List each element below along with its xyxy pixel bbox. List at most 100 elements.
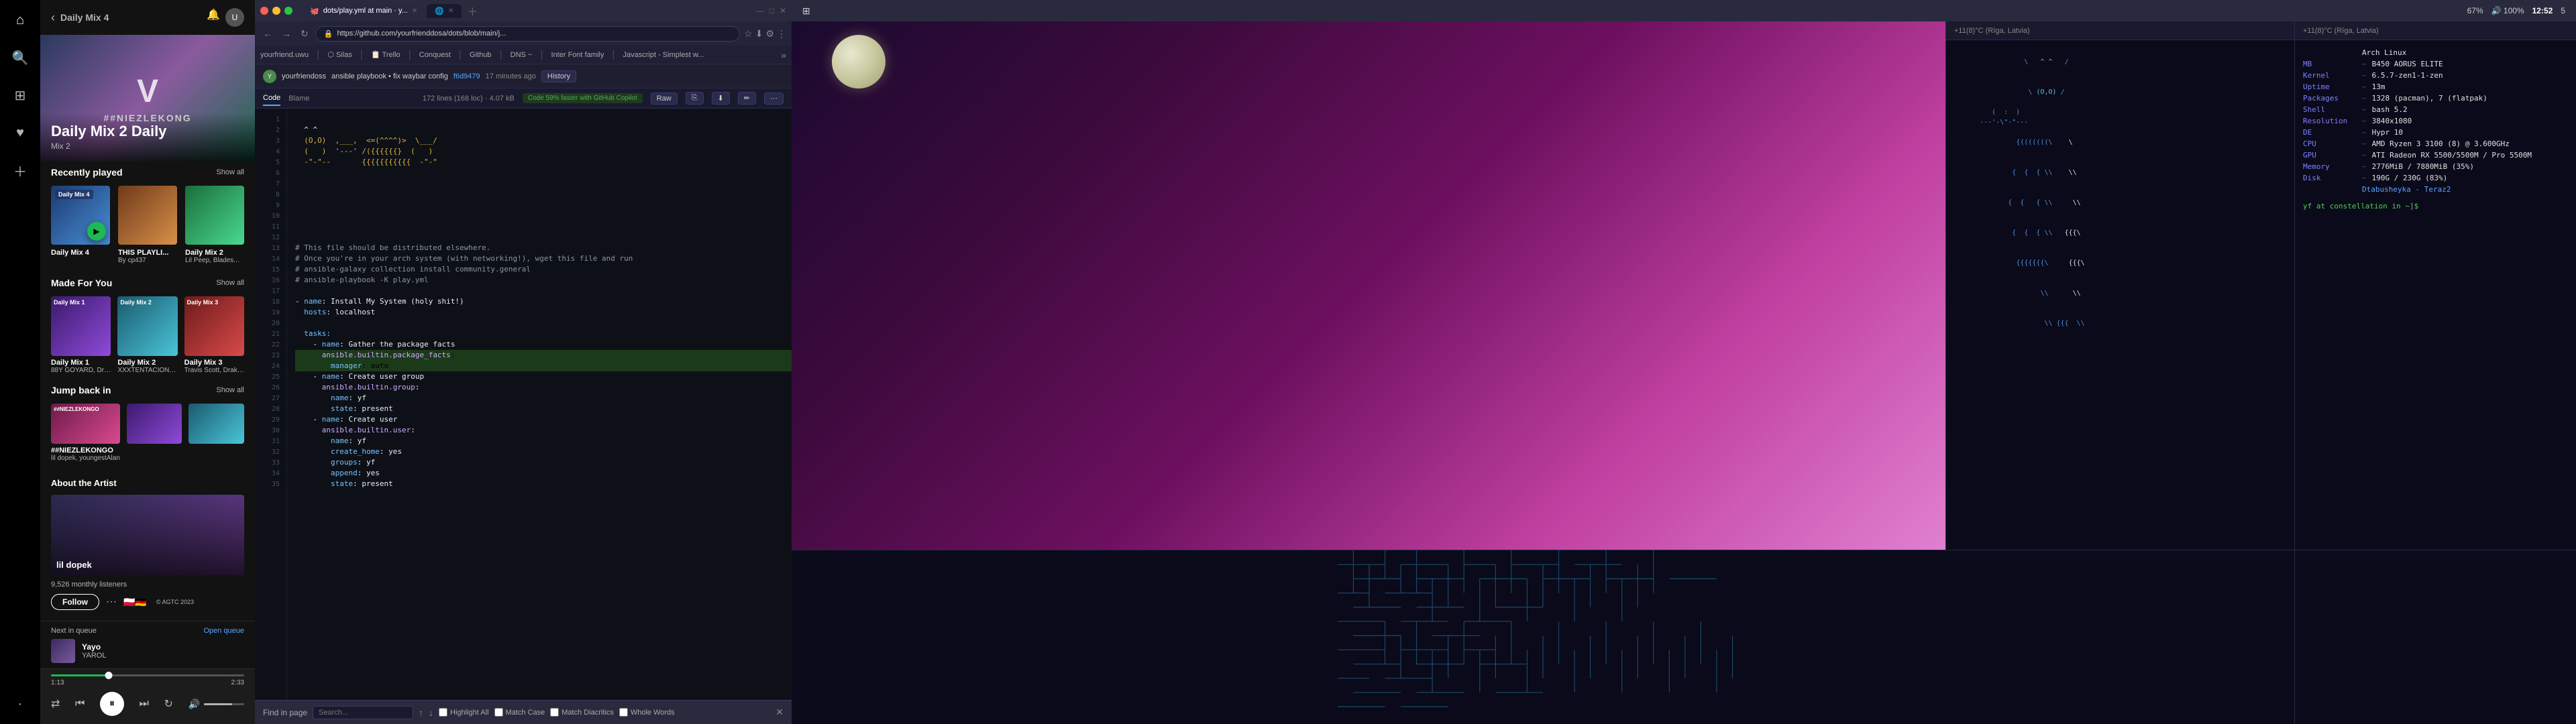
bookmark-item[interactable]: 📋 Trello bbox=[371, 50, 400, 59]
options-button[interactable]: ··· bbox=[764, 93, 784, 105]
highlight-all-checkbox[interactable]: Highlight All bbox=[439, 708, 488, 717]
user-avatar[interactable]: U bbox=[225, 8, 244, 27]
list-item[interactable]: ##NIEZLEKONGO ##NIEZLEKONGO lil dopek, y… bbox=[51, 404, 120, 462]
terminal-content[interactable]: \ ^ ^ / \ (O,O) / ( : ) ---'-\"-"--- {((… bbox=[1946, 40, 2294, 550]
next-song[interactable]: Yayo YAROL bbox=[51, 639, 244, 663]
bookmark-separator: | bbox=[499, 49, 502, 61]
extensions-button[interactable]: ⚙ bbox=[765, 28, 774, 40]
volume-bar[interactable] bbox=[204, 703, 244, 705]
list-item[interactable]: THIS PLAYLI... By cp437 bbox=[118, 186, 177, 264]
made-for-you-show-all[interactable]: Show all bbox=[216, 279, 244, 287]
battery-indicator: 67% bbox=[2467, 6, 2483, 15]
wallpaper bbox=[792, 21, 1945, 550]
sysinfo-bottom bbox=[2294, 550, 2576, 724]
window-minimize-icon[interactable]: — bbox=[756, 6, 764, 15]
sys-key: Disk bbox=[2303, 174, 2357, 182]
download-button[interactable]: ⬇ bbox=[755, 28, 763, 40]
list-item[interactable]: Daily Mix 3 Daily Mix 3 Travis Scott, Dr… bbox=[184, 296, 244, 374]
download-file-button[interactable]: ⬇ bbox=[712, 92, 730, 105]
liked-songs-icon[interactable]: ♥ bbox=[11, 123, 30, 142]
back-button[interactable]: ‹ bbox=[51, 11, 55, 25]
list-item[interactable]: Daily Mix 4 ▶ Daily Mix 4 bbox=[51, 186, 110, 264]
list-item[interactable]: Daily Mix 2 Lil Peep, Blades... bbox=[185, 186, 244, 264]
more-bookmarks-button[interactable]: » bbox=[781, 50, 786, 60]
window-restore-icon[interactable]: □ bbox=[769, 6, 774, 15]
code-editor-area: 1 2 3 4 5 6 7 8 9 10 11 12 13 14 15 16 1… bbox=[255, 109, 792, 700]
bookmark-item[interactable]: DNS ~ bbox=[511, 51, 533, 59]
home-icon[interactable]: ⌂ bbox=[11, 11, 30, 29]
notification-icon[interactable]: 🔔 bbox=[207, 8, 220, 27]
card-title: Daily Mix 1 bbox=[51, 359, 111, 367]
jump-back-in-show-all[interactable]: Show all bbox=[216, 386, 244, 394]
match-case-checkbox[interactable]: Match Case bbox=[494, 708, 545, 717]
artist-options-button[interactable]: ··· bbox=[106, 596, 117, 608]
progress-bar[interactable] bbox=[51, 674, 244, 676]
add-icon[interactable]: ＋ bbox=[11, 161, 30, 180]
line-number: 14 bbox=[255, 253, 286, 264]
whole-words-checkbox[interactable]: Whole Words bbox=[619, 708, 675, 717]
find-input[interactable] bbox=[313, 706, 413, 719]
list-item[interactable] bbox=[189, 404, 244, 462]
bookmark-item[interactable]: Inter Font family bbox=[551, 51, 604, 59]
sys-val: 2776MiB / 7880MiB (35%) bbox=[2372, 162, 2474, 171]
tab-blame[interactable]: Blame bbox=[288, 92, 309, 105]
window-close-icon[interactable]: ✕ bbox=[780, 6, 786, 15]
bookmark-item[interactable]: Conquest bbox=[419, 51, 451, 59]
url-bar[interactable]: 🔒 https://github.com/yourfrienddosa/dots… bbox=[315, 26, 740, 42]
recently-played-show-all[interactable]: Show all bbox=[216, 168, 244, 176]
raw-button[interactable]: Raw bbox=[651, 93, 678, 105]
repeat-button[interactable]: ↻ bbox=[164, 697, 173, 711]
window-close-button[interactable] bbox=[260, 7, 268, 15]
tab-code[interactable]: Code bbox=[263, 91, 280, 106]
new-tab-button[interactable]: ＋ bbox=[463, 3, 482, 19]
card-image bbox=[185, 186, 244, 245]
tab-close-button[interactable]: ✕ bbox=[412, 7, 417, 15]
next-button[interactable]: ⏭ bbox=[140, 698, 149, 710]
reload-button[interactable]: ↻ bbox=[298, 27, 311, 41]
find-next-button[interactable]: ↓ bbox=[429, 707, 433, 718]
list-item[interactable]: Daily Mix 1 Daily Mix 1 88Y GOYARD, Drak… bbox=[51, 296, 111, 374]
code-tabs: Code Blame 172 lines (168 loc) · 4.07 kB… bbox=[255, 88, 792, 109]
sys-row: Packages ~ 1328 (pacman), 7 (flatpak) bbox=[2303, 94, 2568, 103]
match-diacritics-checkbox[interactable]: Match Diacritics bbox=[550, 708, 614, 717]
bookmark-item[interactable]: Github bbox=[470, 51, 491, 59]
menu-button[interactable]: ⋮ bbox=[777, 28, 786, 40]
playback-controls: ⇄ ⏮ ⏸ ⏭ ↻ 🔊 bbox=[51, 692, 244, 716]
bookmark-button[interactable]: ☆ bbox=[744, 28, 753, 40]
window-minimize-button[interactable] bbox=[272, 7, 280, 15]
sys-details: Arch Linux MB ~ B450 AORUS ELITE Kernel … bbox=[2303, 48, 2568, 542]
window-maximize-button[interactable] bbox=[284, 7, 292, 15]
edit-button[interactable]: ✏ bbox=[738, 92, 756, 105]
find-close-button[interactable]: ✕ bbox=[775, 707, 784, 718]
code-line bbox=[295, 189, 792, 200]
play-pause-button[interactable]: ⏸ bbox=[100, 692, 124, 716]
tab-close-button[interactable]: ✕ bbox=[448, 7, 453, 15]
browser-tab[interactable]: 🌐 ✕ bbox=[427, 4, 462, 18]
find-prev-button[interactable]: ↑ bbox=[419, 707, 423, 718]
search-icon[interactable]: 🔍 bbox=[11, 48, 30, 67]
list-item[interactable]: Daily Mix 2 Daily Mix 2 XXXTENTACION, Li… bbox=[117, 296, 177, 374]
library-icon[interactable]: ⊞ bbox=[11, 86, 30, 105]
card-image bbox=[189, 404, 244, 444]
forward-nav-button[interactable]: → bbox=[279, 27, 294, 40]
copy-button[interactable]: ⎘ bbox=[686, 92, 704, 105]
artist-image: lil dopek bbox=[51, 495, 244, 575]
code-line: (O,O) ,___, <=(^^^^)> \___/ bbox=[295, 135, 792, 146]
queue-link[interactable]: Open queue bbox=[203, 627, 244, 635]
list-item[interactable] bbox=[127, 404, 182, 462]
follow-button[interactable]: Follow bbox=[51, 594, 99, 610]
prev-button[interactable]: ⏮ bbox=[75, 698, 85, 710]
shuffle-button[interactable]: ⇄ bbox=[51, 697, 60, 711]
copilot-badge[interactable]: Code 59% faster with GitHub Copilot bbox=[523, 93, 643, 103]
commit-hash[interactable]: f6d9479 bbox=[453, 72, 480, 80]
browser-tab-active[interactable]: 🐙 dots/play.yml at main · y... ✕ bbox=[302, 4, 425, 18]
tab-label: dots/play.yml at main · y... bbox=[323, 7, 408, 15]
history-button[interactable]: History bbox=[541, 70, 576, 82]
back-nav-button[interactable]: ← bbox=[260, 27, 275, 40]
line-numbers: 1 2 3 4 5 6 7 8 9 10 11 12 13 14 15 16 1… bbox=[255, 109, 287, 700]
play-button[interactable]: ▶ bbox=[87, 222, 106, 241]
bookmark-item[interactable]: yourfriend.uwu bbox=[260, 51, 309, 59]
line-number: 13 bbox=[255, 243, 286, 253]
bookmark-item[interactable]: Javascript - Simplest w... bbox=[623, 51, 704, 59]
bookmark-item[interactable]: ⬡ Silas bbox=[327, 50, 352, 59]
